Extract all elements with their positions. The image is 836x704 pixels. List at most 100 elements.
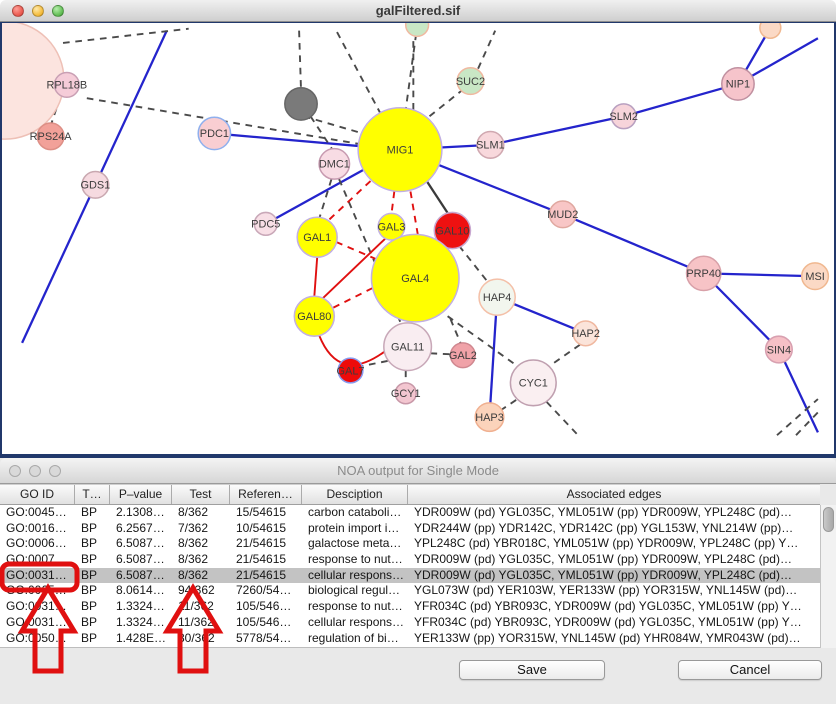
node-PRP40[interactable]: PRP40 [686, 256, 721, 290]
node-label: RPS24A [30, 131, 73, 143]
network-window: galFiltered.sif RPL18B RPS24A GDS1 PDC1 PDC5… [0, 0, 836, 458]
cell: 94/362 [172, 583, 230, 599]
table-row[interactable]: GO:0031…BP1.3324…11/362105/546…response … [0, 599, 820, 615]
table-row[interactable]: GO:0050…BP1.428E…80/3625778/54…regulatio… [0, 631, 820, 647]
node-PDC5[interactable]: PDC5 [251, 212, 280, 235]
cell: YDR009W (pd) YGL035C, YML051W (pp) YDR00… [408, 568, 820, 584]
node-green-top[interactable] [406, 23, 429, 36]
table-row[interactable]: GO:0016…BP6.2567…7/36210/54615protein im… [0, 521, 820, 537]
edge[interactable] [333, 287, 375, 308]
table-row[interactable]: GO:0031…BP6.5087…8/36221/54615cellular r… [0, 568, 820, 584]
node-MIG1[interactable]: MIG1 [358, 108, 442, 192]
node-GAL80[interactable]: GAL80 [294, 296, 334, 336]
node-label: GAL7 [337, 365, 365, 377]
node-SUC2[interactable]: SUC2 [456, 68, 485, 95]
edge[interactable] [410, 191, 418, 236]
column-header-1[interactable]: T… [75, 485, 110, 504]
cell: 1.428E… [110, 631, 172, 647]
node-SIN4[interactable]: SIN4 [766, 336, 793, 363]
node-GAL11[interactable]: GAL11 [384, 323, 432, 371]
node-GAL1[interactable]: GAL1 [297, 217, 337, 257]
column-header-5[interactable]: Desciption [302, 485, 408, 504]
node-HAP3[interactable]: HAP3 [475, 403, 504, 432]
table-row[interactable]: GO:0031…BP1.3324…11/362105/546…cellular … [0, 615, 820, 631]
edge[interactable] [450, 319, 460, 344]
node-PDC1[interactable]: PDC1 [198, 117, 230, 149]
node-label: SLM1 [476, 140, 505, 152]
edge[interactable] [406, 33, 416, 109]
node-SLM1[interactable]: SLM1 [476, 132, 505, 159]
cell: GO:0031… [0, 599, 75, 615]
cancel-button[interactable]: Cancel [678, 660, 822, 680]
edge[interactable] [478, 31, 495, 69]
node-label: GAL4 [401, 273, 429, 285]
column-header-4[interactable]: Referen… [230, 485, 302, 504]
node-unnamed-gray[interactable] [285, 88, 317, 120]
cell: GO:0050… [0, 631, 75, 647]
table-scrollbar[interactable] [820, 505, 836, 648]
node-GAL4[interactable]: GAL4 [371, 234, 459, 322]
node-GAL2[interactable]: GAL2 [449, 343, 477, 368]
node-MSI[interactable]: MSI [802, 263, 829, 290]
scrollbar-thumb[interactable] [823, 507, 834, 532]
node-HAP4[interactable]: HAP4 [479, 279, 515, 315]
table-row[interactable]: GO:0007…BP6.5087…8/36221/54615response t… [0, 552, 820, 568]
node-NIP1[interactable]: NIP1 [722, 68, 754, 100]
noa-titlebar[interactable]: NOA output for Single Mode [0, 458, 836, 484]
edge[interactable] [459, 246, 489, 283]
edge[interactable] [63, 29, 189, 43]
column-header-6[interactable]: Associated edges [408, 485, 820, 504]
edge[interactable] [311, 116, 335, 152]
cell: BP [75, 615, 110, 631]
edge[interactable] [319, 179, 331, 219]
column-header-3[interactable]: Test [172, 485, 230, 504]
node-label: GAL3 [377, 222, 405, 234]
node-label: RPL18B [46, 80, 87, 92]
cell: 8/362 [172, 552, 230, 568]
cell: BP [75, 583, 110, 599]
edge[interactable] [430, 90, 463, 117]
edge[interactable] [563, 214, 704, 273]
node-GDS1[interactable]: GDS1 [80, 172, 110, 199]
cell: cellular respons… [302, 615, 408, 631]
node-HAP2[interactable]: HAP2 [571, 321, 600, 346]
edge[interactable] [336, 31, 381, 115]
column-header-2[interactable]: P–value [110, 485, 172, 504]
network-canvas[interactable]: RPL18B RPS24A GDS1 PDC1 PDC5 MIG1 DMC1 SUC2 SLM1… [0, 22, 836, 458]
cell: YPL248C (pd) YBR018C, YML051W (pp) YDR00… [408, 536, 820, 552]
edge[interactable] [427, 181, 449, 214]
node-MUD2[interactable]: MUD2 [547, 201, 578, 228]
node-CYC1[interactable]: CYC1 [510, 360, 556, 406]
node-GAL7[interactable]: GAL7 [337, 358, 365, 383]
edge[interactable] [391, 191, 394, 214]
screen: galFiltered.sif RPL18B RPS24A GDS1 PDC1 PDC5… [0, 0, 836, 704]
save-button[interactable]: Save [459, 660, 605, 680]
edge[interactable] [502, 400, 516, 410]
table-row[interactable]: GO:0006…BP6.5087…8/36221/54615galactose … [0, 536, 820, 552]
node-SLM2[interactable]: SLM2 [609, 104, 638, 129]
cell: BP [75, 568, 110, 584]
cell: 11/362 [172, 615, 230, 631]
node-label: HAP3 [475, 412, 504, 424]
node-DMC1[interactable]: DMC1 [319, 149, 350, 179]
column-header-0[interactable]: GO ID [0, 485, 75, 504]
edge[interactable] [490, 116, 623, 145]
edge[interactable] [624, 84, 738, 116]
node-peach-top-right[interactable] [760, 23, 781, 38]
network-titlebar[interactable]: galFiltered.sif [0, 0, 836, 22]
cell: BP [75, 536, 110, 552]
node-label: SUC2 [456, 76, 485, 88]
table-row[interactable]: GO:0065…BP8.0614…94/3627260/54…biologica… [0, 583, 820, 599]
results-table: GO:0045…BP2.1308…8/36215/54615carbon cat… [0, 505, 820, 648]
cell: GO:0031… [0, 615, 75, 631]
edge[interactable] [314, 257, 317, 296]
cell: YER133W (pp) YOR315W, YNL145W (pd) YHR08… [408, 631, 820, 647]
cell: YFR034C (pd) YBR093C, YDR009W (pd) YGL03… [408, 615, 820, 631]
node-GCY1[interactable]: GCY1 [391, 383, 421, 404]
edge[interactable] [547, 402, 578, 435]
node-label: MIG1 [387, 144, 414, 156]
table-row[interactable]: GO:0045…BP2.1308…8/36215/54615carbon cat… [0, 505, 820, 521]
edge[interactable] [299, 31, 301, 90]
node-label: SIN4 [767, 344, 791, 356]
edge[interactable] [549, 345, 580, 367]
